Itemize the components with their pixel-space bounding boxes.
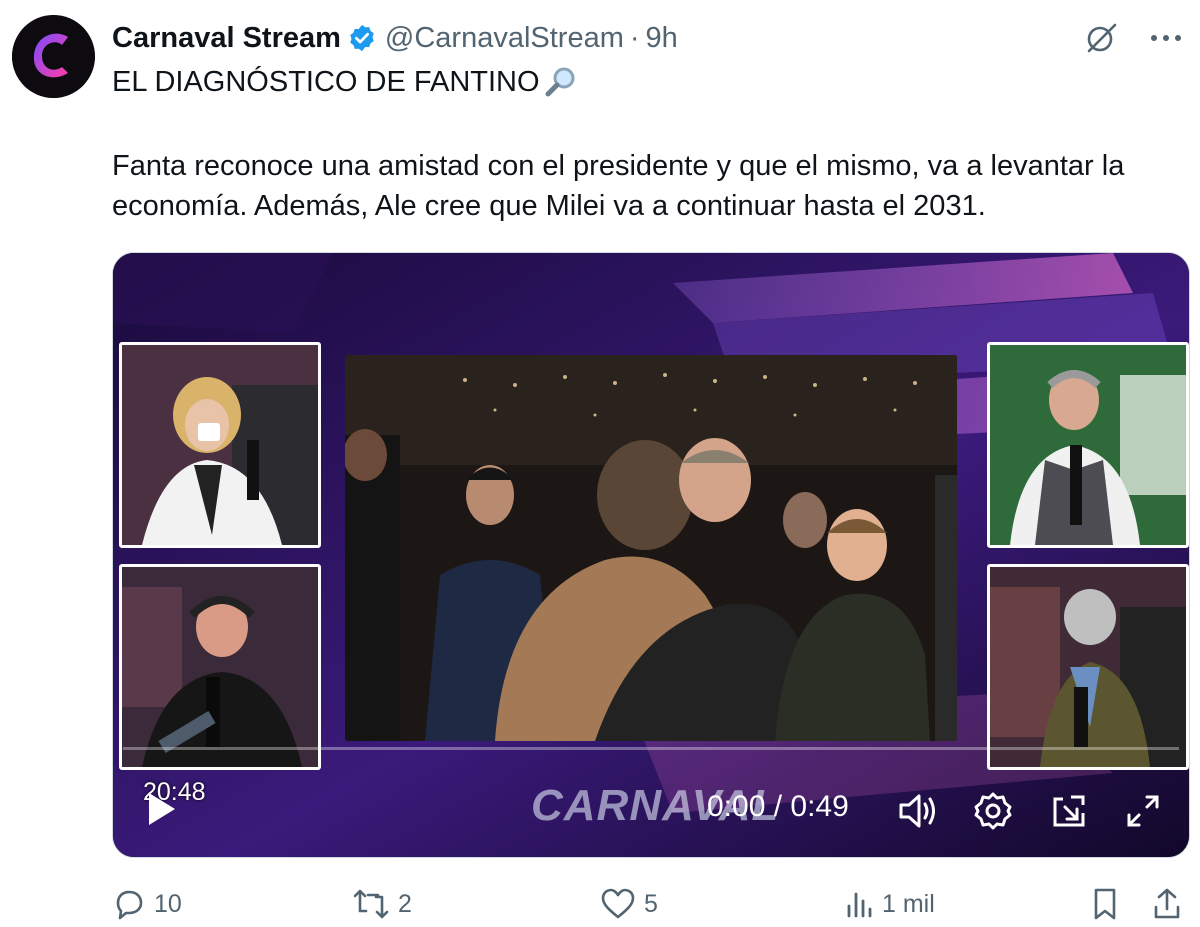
avatar[interactable] [12,15,95,98]
repost-icon [353,889,389,919]
bookmark-button[interactable] [1090,882,1120,926]
views-button[interactable]: 1 mil [844,882,935,926]
volume-icon[interactable] [895,789,939,833]
timecode: 0:00 / 0:49 [707,790,849,823]
reply-count: 10 [154,889,182,918]
verified-badge-icon[interactable] [347,23,377,53]
views-count: 1 mil [882,889,935,918]
magnifying-glass-icon [544,65,578,99]
fullscreen-icon[interactable] [1121,789,1165,833]
separator-dot: · [629,21,640,54]
heart-icon [601,888,635,919]
action-bar: 10 2 5 1 mil [112,882,1188,926]
camera-woman-drinking [119,342,321,548]
share-icon [1154,888,1180,919]
bookmark-icon [1094,888,1116,920]
tweet-title: EL DIAGNÓSTICO DE FANTINO [112,66,540,98]
share-button[interactable] [1152,882,1182,926]
video-player[interactable]: 20:48 CARNAVAL 0:00 / 0:49 [112,252,1190,858]
header-actions [1082,18,1186,58]
play-button[interactable] [141,789,181,829]
repost-count: 2 [398,889,412,918]
more-icon[interactable] [1146,18,1186,58]
grok-icon[interactable] [1082,18,1122,58]
video-main-frame [345,355,957,741]
tweet: Carnaval Stream @CarnavalStream · 9h EL … [0,0,1200,927]
views-chart-icon [847,892,872,918]
timestamp[interactable]: 9h [646,22,678,55]
like-button[interactable]: 5 [600,882,658,926]
tweet-header: Carnaval Stream @CarnavalStream · 9h [112,18,678,58]
tweet-body: Fanta reconoce una amistad con el presid… [112,150,1125,222]
dock-icon[interactable] [1047,789,1091,833]
tweet-text: EL DIAGNÓSTICO DE FANTINO Fanta reconoce… [112,62,1192,226]
handle[interactable]: @CarnavalStream [385,22,624,55]
camera-man-grey-hair [987,564,1189,770]
like-count: 5 [644,889,658,918]
display-name[interactable]: Carnaval Stream [112,22,341,55]
reply-button[interactable]: 10 [112,882,182,926]
reply-icon [116,890,143,920]
camera-man-vest [987,342,1189,548]
settings-gear-icon[interactable] [971,789,1015,833]
progress-bar[interactable] [123,747,1179,750]
camera-man-microphone [119,564,321,770]
repost-button[interactable]: 2 [352,882,412,926]
